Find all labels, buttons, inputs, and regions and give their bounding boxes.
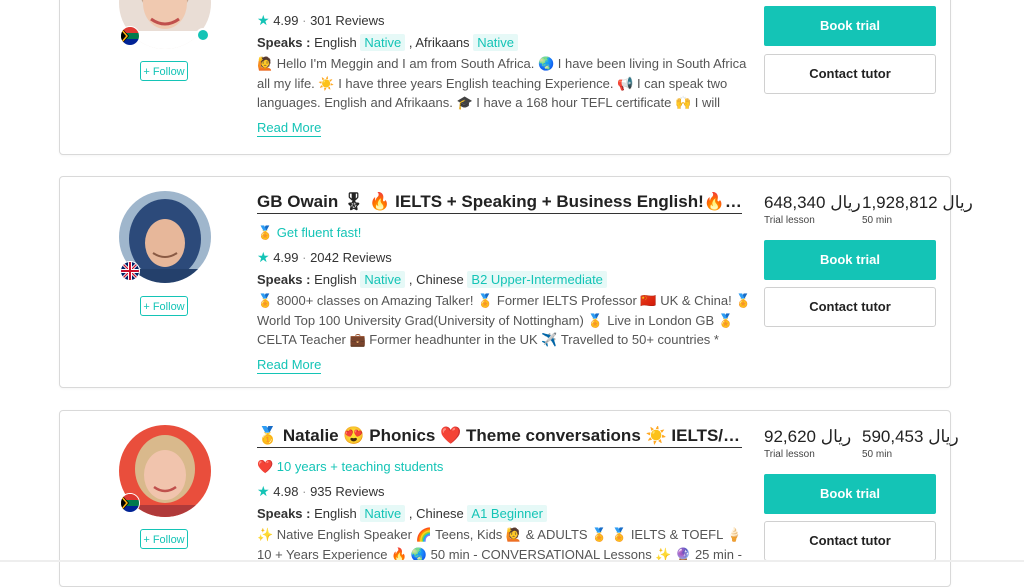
follow-button[interactable]: + Follow xyxy=(140,61,188,81)
language-name: Chinese xyxy=(416,272,464,287)
book-trial-button[interactable]: Book trial xyxy=(764,240,936,280)
rating-value: 4.99 xyxy=(273,13,299,28)
trial-price-label: Trial lesson xyxy=(764,215,815,226)
speaks-languages: Speaks : English Native , Chinese B2 Upp… xyxy=(257,271,752,288)
full-lesson-price: 590,453 ريال xyxy=(862,427,959,446)
tutor-tagline: 🏅 Get fluent fast! xyxy=(257,225,362,240)
south-africa-flag-icon xyxy=(120,493,140,513)
tutor-card: + Follow ★ 4.99 · 301 Reviews Speaks : E… xyxy=(59,0,951,155)
speaks-label: Speaks : xyxy=(257,35,311,50)
contact-tutor-button[interactable]: Contact tutor xyxy=(764,287,936,327)
speaks-languages: Speaks : English Native , Chinese A1 Beg… xyxy=(257,505,752,522)
south-africa-flag-icon xyxy=(120,26,140,46)
read-more-link[interactable]: Read More xyxy=(257,357,322,374)
full-lesson-duration: 50 min xyxy=(862,215,893,226)
tutor-name[interactable]: 🥇 Natalie 😍 Phonics ❤️ Theme conversatio… xyxy=(257,426,742,448)
online-status-indicator xyxy=(196,28,210,42)
rating: ★ 4.99 · 2042 Reviews xyxy=(257,249,392,265)
language-name: Afrikaans xyxy=(415,35,470,50)
language-name: English xyxy=(314,506,357,521)
trial-price: 648,340 ريال xyxy=(764,193,861,212)
uk-flag-icon xyxy=(120,261,140,281)
follow-button[interactable]: + Follow xyxy=(140,296,188,316)
price-block: 648,340 ريال Trial lesson 1,928,812 ريال… xyxy=(764,193,973,226)
tutor-bio: 🙋 Hello I'm Meggin and I am from South A… xyxy=(257,56,747,110)
review-count[interactable]: 935 Reviews xyxy=(310,484,384,499)
contact-tutor-button[interactable]: Contact tutor xyxy=(764,54,936,94)
speaks-label: Speaks : xyxy=(257,272,311,287)
page-bottom-divider xyxy=(0,560,1024,562)
review-count[interactable]: 301 Reviews xyxy=(310,13,384,28)
tutor-bio: ✨ Native English Speaker 🌈 Teens, Kids 🙋… xyxy=(257,527,743,562)
language-level-badge: A1 Beginner xyxy=(467,505,547,522)
tutor-name[interactable]: GB Owain 🎖 🔥 IELTS + Speaking + Business… xyxy=(257,192,742,214)
follow-button[interactable]: + Follow xyxy=(140,529,188,549)
language-name: Chinese xyxy=(416,506,464,521)
price-block: 92,620 ريال Trial lesson 590,453 ريال 50… xyxy=(764,427,959,460)
language-level-badge: Native xyxy=(360,271,406,288)
tutor-bio: 🏅 8000+ classes on Amazing Talker! 🏅 For… xyxy=(257,293,752,347)
full-lesson-price: 1,928,812 ريال xyxy=(862,193,973,212)
trial-price: 92,620 ريال xyxy=(764,427,852,446)
language-level-badge: Native xyxy=(473,34,519,51)
language-level-badge: Native xyxy=(360,34,406,51)
language-level-badge: Native xyxy=(360,505,406,522)
speaks-label: Speaks : xyxy=(257,506,311,521)
speaks-languages: Speaks : English Native , Afrikaans Nati… xyxy=(257,34,752,51)
contact-tutor-button[interactable]: Contact tutor xyxy=(764,521,936,561)
tutor-card: + Follow GB Owain 🎖 🔥 IELTS + Speaking +… xyxy=(59,176,973,388)
star-icon: ★ xyxy=(257,249,270,265)
full-lesson-duration: 50 min xyxy=(862,449,893,460)
language-name: English xyxy=(314,272,357,287)
tutor-tagline: ❤️ 10 years + teaching students xyxy=(257,459,444,474)
book-trial-button[interactable]: Book trial xyxy=(764,474,936,514)
language-level-badge: B2 Upper-Intermediate xyxy=(467,271,607,288)
review-count[interactable]: 2042 Reviews xyxy=(310,250,392,265)
read-more-link[interactable]: Read More xyxy=(257,120,322,137)
rating: ★ 4.99 · 301 Reviews xyxy=(257,12,385,28)
rating-value: 4.98 xyxy=(273,484,299,499)
rating-value: 4.99 xyxy=(273,250,299,265)
book-trial-button[interactable]: Book trial xyxy=(764,6,936,46)
language-name: English xyxy=(314,35,357,50)
trial-price-label: Trial lesson xyxy=(764,449,815,460)
star-icon: ★ xyxy=(257,12,270,28)
star-icon: ★ xyxy=(257,483,270,499)
rating: ★ 4.98 · 935 Reviews xyxy=(257,483,385,499)
